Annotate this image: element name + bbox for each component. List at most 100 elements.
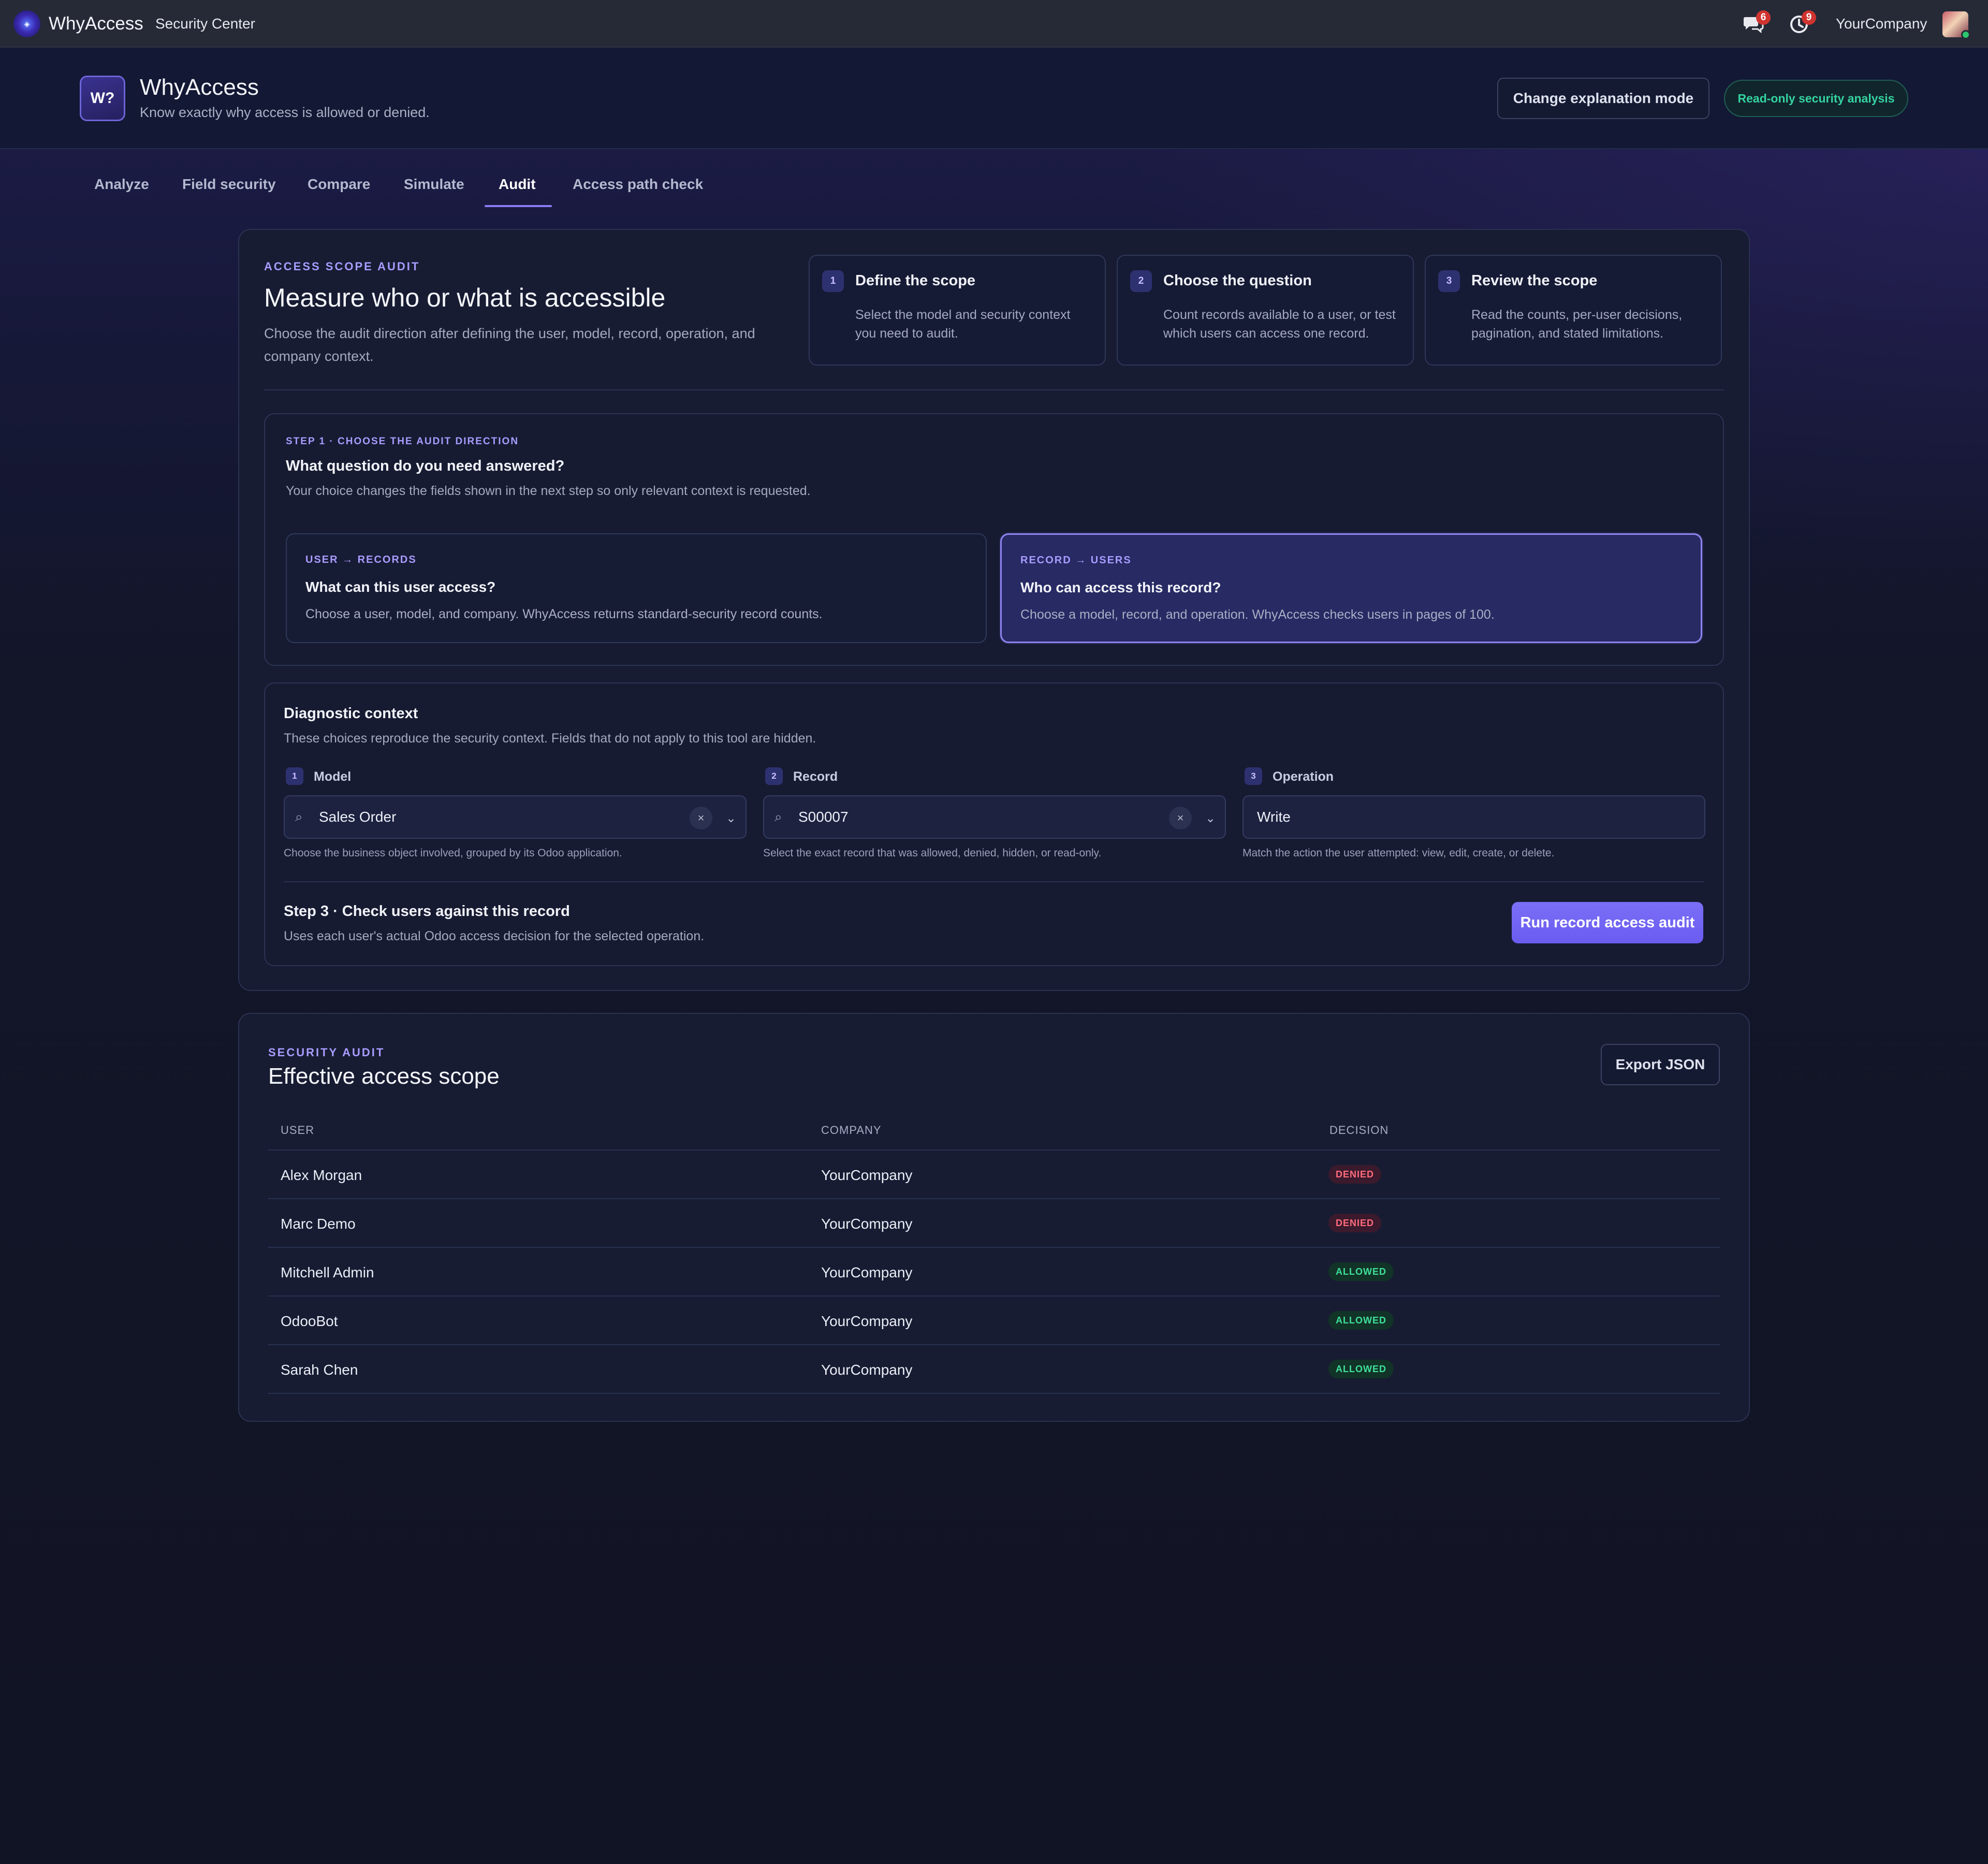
change-explanation-mode-button[interactable]: Change explanation mode	[1497, 78, 1709, 119]
field-number: 1	[286, 767, 303, 785]
context-divider	[284, 881, 1704, 882]
decision-badge: ALLOWED	[1328, 1311, 1394, 1330]
record-select[interactable]: ⌕ S00007 × ⌄	[763, 795, 1226, 839]
tab-simulate[interactable]: Simulate	[404, 176, 464, 193]
option-eyebrow: USER → RECORDS	[305, 554, 417, 565]
audit-eyebrow: ACCESS SCOPE AUDIT	[264, 260, 420, 273]
audit-description: Choose the audit direction after definin…	[264, 326, 755, 364]
model-select[interactable]: ⌕ Sales Order × ⌄	[284, 795, 747, 839]
option-user-to-records[interactable]: USER → RECORDS What can this user access…	[286, 533, 987, 643]
step-number: 1	[822, 270, 844, 292]
whyaccess-logo: W?	[80, 76, 125, 121]
user-cell[interactable]: OdooBot	[281, 1313, 338, 1330]
step3-description: Uses each user's actual Odoo access deci…	[284, 929, 705, 943]
app-subtitle: Know exactly why access is allowed or de…	[140, 105, 430, 120]
read-only-badge: Read-only security analysis	[1724, 80, 1908, 117]
active-tab-indicator	[485, 205, 552, 207]
chevron-down-icon[interactable]: ⌄	[726, 811, 736, 826]
step-number: 3	[1438, 270, 1460, 292]
decision-badge: DENIED	[1328, 1214, 1382, 1232]
tab-access-path-check[interactable]: Access path check	[573, 176, 703, 193]
direction-description: Your choice changes the fields shown in …	[286, 484, 811, 498]
company-cell: YourCompany	[821, 1362, 913, 1378]
step-description: Select the model and security context yo…	[855, 308, 1071, 341]
direction-eyebrow: STEP 1 · CHOOSE THE AUDIT DIRECTION	[286, 436, 519, 447]
context-title: Diagnostic context	[284, 705, 418, 722]
brand-name[interactable]: WhyAccess	[49, 13, 143, 34]
table-row-divider	[268, 1295, 1720, 1297]
decision-badge: ALLOWED	[1328, 1262, 1394, 1281]
tab-audit[interactable]: Audit	[499, 176, 536, 193]
step-title: Choose the question	[1163, 272, 1312, 289]
search-icon: ⌕	[295, 809, 303, 824]
app-switcher-logo[interactable]: ◈	[13, 10, 40, 37]
user-cell[interactable]: Marc Demo	[281, 1216, 356, 1232]
activity-clock-icon[interactable]: 9	[1787, 10, 1816, 36]
results-eyebrow: SECURITY AUDIT	[268, 1046, 385, 1059]
operation-value: Write	[1257, 809, 1291, 825]
field-number: 2	[765, 767, 783, 785]
run-record-access-audit-button[interactable]: Run record access audit	[1512, 902, 1703, 943]
option-title: Who can access this record?	[1020, 579, 1221, 595]
messages-count-badge: 6	[1756, 10, 1771, 25]
company-cell: YourCompany	[821, 1216, 913, 1232]
chevron-down-icon[interactable]: ⌄	[1205, 811, 1216, 826]
record-help: Select the exact record that was allowed…	[763, 847, 1102, 859]
model-help: Choose the business object involved, gro…	[284, 847, 622, 859]
tab-compare[interactable]: Compare	[308, 176, 370, 193]
step-title: Define the scope	[855, 272, 976, 289]
activity-count-badge: 9	[1802, 10, 1816, 25]
operation-select[interactable]: Write	[1242, 795, 1705, 839]
clear-model-icon[interactable]: ×	[690, 807, 712, 829]
decision-badge: ALLOWED	[1328, 1360, 1394, 1378]
company-cell: YourCompany	[821, 1167, 913, 1183]
app-header: W? WhyAccess Know exactly why access is …	[0, 48, 1988, 149]
step-description: Read the counts, per-user decisions, pag…	[1471, 308, 1683, 341]
user-cell[interactable]: Mitchell Admin	[281, 1264, 374, 1281]
app-title: WhyAccess	[140, 75, 259, 100]
direction-title: What question do you need answered?	[286, 458, 565, 474]
export-json-button[interactable]: Export JSON	[1601, 1044, 1720, 1085]
field-number: 3	[1245, 767, 1262, 785]
step-card-define-scope: 1 Define the scope Select the model and …	[809, 255, 1106, 366]
user-avatar[interactable]	[1942, 11, 1970, 39]
column-header-user[interactable]: USER	[281, 1124, 314, 1137]
option-eyebrow: RECORD → USERS	[1020, 555, 1132, 566]
table-row-divider	[268, 1247, 1720, 1248]
tab-analyze[interactable]: Analyze	[94, 176, 149, 193]
step-card-choose-question: 2 Choose the question Count records avai…	[1117, 255, 1414, 366]
step-number: 2	[1130, 270, 1152, 292]
results-title: Effective access scope	[268, 1064, 500, 1089]
model-value: Sales Order	[319, 809, 397, 825]
step3-title: Step 3 · Check users against this record	[284, 903, 570, 920]
menu-security-center[interactable]: Security Center	[155, 16, 255, 32]
step-card-review-scope: 3 Review the scope Read the counts, per-…	[1425, 255, 1722, 366]
record-label: Record	[793, 769, 838, 784]
operation-label: Operation	[1273, 769, 1334, 784]
user-cell[interactable]: Sarah Chen	[281, 1362, 358, 1378]
user-cell[interactable]: Alex Morgan	[281, 1167, 362, 1184]
table-row-divider	[268, 1198, 1720, 1199]
record-value: S00007	[798, 809, 849, 825]
tab-field-security[interactable]: Field security	[182, 176, 276, 193]
model-label: Model	[314, 769, 352, 784]
audit-title: Measure who or what is accessible	[264, 283, 666, 312]
company-cell: YourCompany	[821, 1264, 913, 1280]
context-description: These choices reproduce the security con…	[284, 731, 816, 746]
table-row-divider	[268, 1393, 1720, 1394]
online-status-dot	[1961, 30, 1970, 39]
section-divider	[264, 389, 1724, 390]
option-title: What can this user access?	[305, 579, 496, 595]
search-icon: ⌕	[774, 809, 782, 824]
step-description: Count records available to a user, or te…	[1163, 308, 1396, 341]
clear-record-icon[interactable]: ×	[1169, 807, 1192, 829]
option-description: Choose a model, record, and operation. W…	[1020, 607, 1495, 622]
decision-badge: DENIED	[1328, 1165, 1382, 1184]
option-record-to-users[interactable]: RECORD → USERS Who can access this recor…	[1000, 533, 1702, 643]
column-header-company[interactable]: COMPANY	[821, 1124, 882, 1137]
company-switcher[interactable]: YourCompany	[1836, 16, 1927, 32]
step-title: Review the scope	[1471, 272, 1598, 289]
messages-icon[interactable]: 6	[1742, 10, 1771, 36]
column-header-decision[interactable]: DECISION	[1329, 1124, 1388, 1137]
option-description: Choose a user, model, and company. WhyAc…	[305, 607, 823, 621]
